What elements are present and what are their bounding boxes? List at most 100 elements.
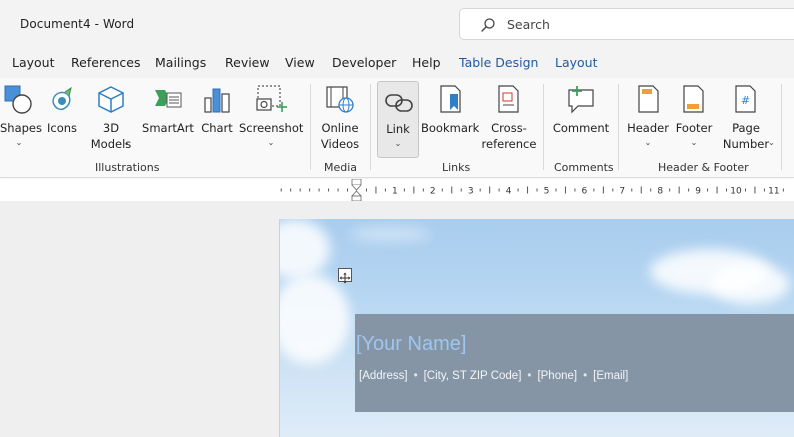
group-divider: [310, 84, 311, 170]
tab-table-layout[interactable]: Layout: [555, 55, 598, 70]
chart-label: Chart: [201, 121, 233, 135]
address-field[interactable]: [Address]: [359, 370, 408, 382]
screenshot-button[interactable]: Screenshot ⌄: [239, 78, 303, 158]
cloud-shape: [710, 264, 790, 304]
ruler-ticks: 1 2 3 4 5 6 7 8 9 10 11: [0, 179, 794, 201]
header-button[interactable]: Header ⌄: [623, 78, 673, 158]
ruler-number: 2: [430, 187, 436, 197]
ruler-number: 1: [392, 187, 398, 197]
ruler-number: 5: [544, 187, 550, 197]
tab-layout[interactable]: Layout: [12, 55, 55, 70]
link-icon: [385, 94, 413, 112]
tab-review[interactable]: Review: [225, 55, 270, 70]
footer-button[interactable]: Footer ⌄: [672, 78, 716, 158]
header-icon: [638, 85, 659, 113]
contact-line: [Address] • [City, ST ZIP Code] • [Phone] • [E…: [359, 370, 628, 382]
tab-help[interactable]: Help: [412, 55, 441, 70]
icons-button[interactable]: Icons: [42, 78, 82, 158]
link-label: Link: [386, 122, 410, 136]
ruler-number: 3: [468, 187, 474, 197]
page-number-label-line2: Number: [722, 137, 770, 151]
comment-button[interactable]: Comment: [548, 78, 614, 158]
cloud-shape: [280, 274, 350, 364]
tab-table-design[interactable]: Table Design: [459, 55, 538, 70]
icons-icon: [52, 86, 72, 111]
group-divider: [781, 84, 782, 170]
page-number-icon: #: [735, 85, 756, 113]
separator-bullet: •: [583, 370, 588, 382]
footer-icon: [683, 85, 704, 113]
city-field[interactable]: [City, ST ZIP Code]: [424, 370, 522, 382]
separator-bullet: •: [527, 370, 532, 382]
chevron-down-icon: ⌄: [394, 139, 402, 148]
group-label-comments: Comments: [554, 161, 614, 174]
shapes-button[interactable]: Shapes ⌄: [0, 78, 43, 158]
table-move-handle-icon[interactable]: [338, 268, 352, 284]
search-input[interactable]: Search: [459, 8, 794, 40]
chevron-down-icon: ⌄: [15, 138, 23, 147]
3d-models-button[interactable]: 3D Models ⌄: [85, 78, 137, 158]
ruler-number: 6: [582, 187, 588, 197]
ruler-number: 4: [506, 187, 512, 197]
ruler-number: 7: [619, 187, 625, 197]
bookmark-button[interactable]: Bookmark: [421, 78, 479, 158]
cloud-shape: [350, 227, 430, 241]
chevron-down-icon: ⌄: [267, 138, 275, 147]
phone-field[interactable]: [Phone]: [537, 370, 577, 382]
ruler-number: 11: [768, 187, 779, 197]
link-button[interactable]: Link ⌄: [377, 81, 419, 158]
your-name-heading[interactable]: [Your Name]: [356, 333, 466, 356]
search-icon: [481, 18, 495, 32]
document-canvas[interactable]: [Your Name] [Address] • [City, ST ZIP Code…: [0, 201, 794, 437]
chevron-down-icon: ⌄: [123, 138, 130, 147]
group-divider: [618, 84, 619, 170]
chevron-down-icon: ⌄: [690, 138, 698, 147]
group-divider: [543, 84, 544, 170]
cross-reference-button[interactable]: Cross- reference: [481, 78, 537, 158]
ruler-number: 10: [730, 187, 742, 197]
bookmark-icon: [440, 85, 461, 113]
ruler-number: 9: [695, 187, 701, 197]
icons-label: Icons: [46, 121, 78, 135]
online-videos-icon: [326, 86, 354, 113]
tab-view[interactable]: View: [285, 55, 315, 70]
ruler-number: 8: [657, 187, 663, 197]
ribbon-tabs: Layout References Mailings Review View D…: [0, 48, 794, 78]
comment-icon: [568, 86, 594, 114]
footer-label: Footer: [675, 121, 713, 135]
3d-models-icon: [98, 86, 124, 113]
shapes-label: Shapes: [0, 121, 43, 135]
smartart-button[interactable]: SmartArt: [140, 78, 196, 158]
tab-developer[interactable]: Developer: [332, 55, 396, 70]
cloud-shape: [280, 219, 330, 279]
online-videos-label-line1: Online: [321, 121, 359, 135]
page-number-label-line1: Page: [732, 121, 760, 135]
document-page[interactable]: [Your Name] [Address] • [City, ST ZIP Code…: [279, 219, 794, 437]
smartart-icon: [155, 90, 182, 108]
header-label: Header: [627, 121, 669, 135]
bookmark-label: Bookmark: [421, 121, 480, 135]
group-label-header-footer: Header & Footer: [658, 161, 749, 174]
horizontal-ruler[interactable]: 1 2 3 4 5 6 7 8 9 10 11: [0, 179, 794, 201]
screenshot-label: Screenshot: [239, 121, 304, 135]
tab-mailings[interactable]: Mailings: [155, 55, 206, 70]
email-field[interactable]: [Email]: [593, 370, 628, 382]
chart-button[interactable]: Chart: [198, 78, 236, 158]
chevron-down-icon: ⌄: [644, 138, 652, 147]
tab-references[interactable]: References: [71, 55, 140, 70]
3d-models-label-line1: 3D: [102, 121, 120, 135]
search-placeholder: Search: [507, 17, 550, 32]
ribbon: Shapes ⌄ Icons 3D Models ⌄ SmartArt Char…: [0, 78, 794, 178]
group-label-illustrations: Illustrations: [95, 161, 160, 174]
group-label-links: Links: [442, 161, 471, 174]
title-bar: Document4 - Word Search: [0, 0, 794, 48]
chevron-down-icon: ⌄: [768, 138, 775, 147]
cross-reference-label-line1: Cross-: [491, 121, 527, 135]
chart-icon: [204, 88, 230, 113]
comment-label: Comment: [552, 121, 610, 135]
screenshot-icon: [256, 85, 287, 112]
page-number-button[interactable]: # Page Number ⌄: [717, 78, 775, 158]
online-videos-label-line2: Videos: [320, 137, 360, 151]
online-videos-button[interactable]: Online Videos: [314, 78, 366, 158]
group-divider: [370, 84, 371, 170]
